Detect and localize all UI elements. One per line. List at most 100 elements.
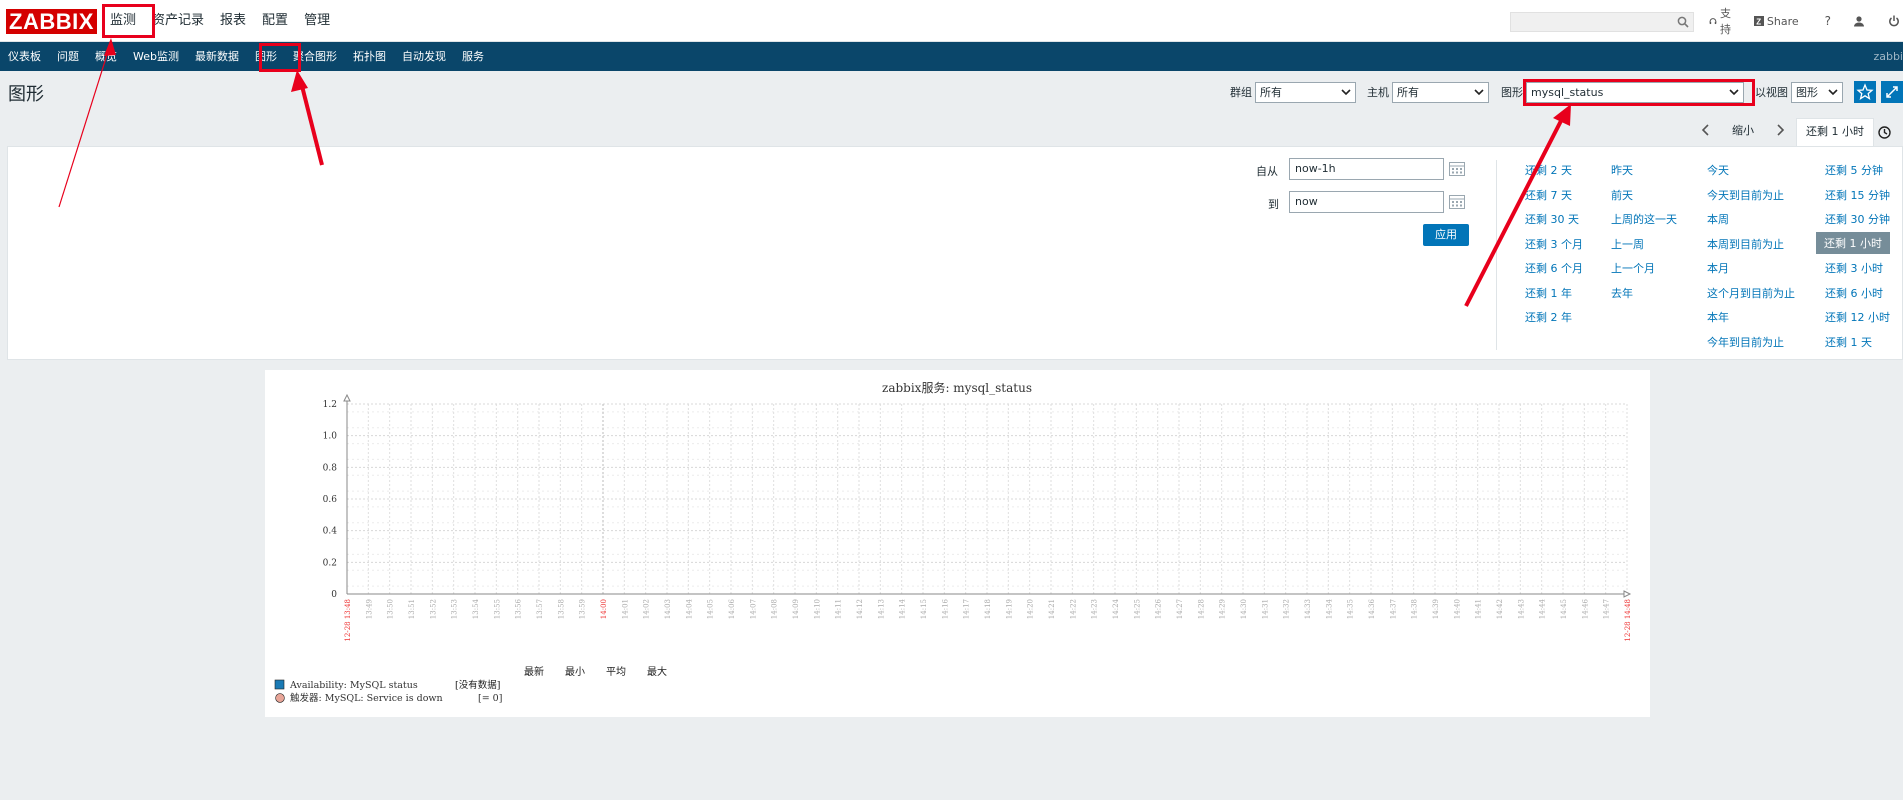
share-label: Share bbox=[1766, 14, 1799, 28]
fullscreen-button[interactable] bbox=[1881, 81, 1903, 103]
quick-range-previous-item[interactable]: 上一个月 bbox=[1611, 260, 1655, 276]
x-tick-label: 14:09 bbox=[792, 599, 800, 619]
quick-range-current-item[interactable]: 本周 bbox=[1707, 211, 1729, 227]
x-tick-label: 13:56 bbox=[515, 598, 523, 619]
x-tick-label: 14:02 bbox=[643, 599, 651, 619]
calendar-icon[interactable] bbox=[1449, 194, 1465, 209]
x-tick-label: 14:23 bbox=[1091, 599, 1099, 619]
quick-range-previous-item[interactable]: 前天 bbox=[1611, 187, 1633, 203]
x-tick-label: 14:07 bbox=[749, 599, 757, 619]
graph-title: zabbix服务: mysql_status bbox=[882, 380, 1032, 395]
favorite-button[interactable] bbox=[1854, 81, 1876, 103]
x-range-start-label: 12-28 13:48 bbox=[344, 599, 352, 642]
search-icon[interactable] bbox=[1677, 16, 1689, 28]
quick-range-current-item[interactable]: 这个月到目前为止 bbox=[1707, 285, 1795, 301]
quick-range-current-item[interactable]: 本周到目前为止 bbox=[1707, 236, 1784, 252]
from-input[interactable]: now-1h bbox=[1289, 158, 1444, 180]
menu-reports[interactable]: 报表 bbox=[212, 0, 254, 42]
quick-range-recent-item[interactable]: 还剩 5 分钟 bbox=[1825, 162, 1883, 178]
page-title: 图形 bbox=[8, 84, 44, 105]
view-select[interactable]: 图形 bbox=[1791, 81, 1843, 103]
chevron-left-icon[interactable] bbox=[1700, 124, 1712, 136]
user-icon bbox=[1854, 16, 1864, 27]
quick-range-recent-item[interactable]: 还剩 15 分钟 bbox=[1825, 187, 1890, 203]
quick-range-relative-item[interactable]: 还剩 6 个月 bbox=[1525, 260, 1583, 276]
signout-link[interactable] bbox=[1888, 15, 1903, 27]
calendar-icon[interactable] bbox=[1449, 161, 1465, 176]
legend-header-avg: 平均 bbox=[606, 666, 626, 678]
quick-range-current-item[interactable]: 今天到目前为止 bbox=[1707, 187, 1784, 203]
search-input[interactable] bbox=[1510, 12, 1694, 32]
x-tick-label: 14:40 bbox=[1453, 599, 1461, 619]
subnav-problems[interactable]: 问题 bbox=[49, 42, 87, 71]
zabbix-logo[interactable]: ZABBIX bbox=[6, 9, 97, 34]
apply-button[interactable]: 应用 bbox=[1423, 224, 1469, 246]
subnav-discovery[interactable]: 自动发现 bbox=[394, 42, 454, 71]
x-tick-label: 13:58 bbox=[557, 599, 565, 619]
mysql-status-graph: zabbix服务: mysql_status 1.2 1.0 0.8 0.6 0.4 0.… bbox=[274, 380, 1632, 704]
headset-icon bbox=[1709, 17, 1717, 24]
quick-range-relative-item[interactable]: 还剩 30 天 bbox=[1525, 211, 1579, 227]
x-tick-label: 14:18 bbox=[984, 599, 992, 619]
quick-range-previous-item[interactable]: 去年 bbox=[1611, 285, 1633, 301]
y-axis-arrow bbox=[343, 393, 351, 402]
help-link[interactable]: ? bbox=[1825, 14, 1831, 28]
chevron-right-icon[interactable] bbox=[1774, 124, 1786, 136]
x-tick-label: 14:01 bbox=[621, 599, 629, 619]
quick-range-recent-item[interactable]: 还剩 12 小时 bbox=[1825, 309, 1890, 325]
subnav-web[interactable]: Web监测 bbox=[125, 42, 187, 71]
clock-icon[interactable] bbox=[1878, 125, 1891, 139]
x-tick-label: 14:47 bbox=[1603, 599, 1611, 619]
quick-range-relative-item[interactable]: 还剩 1 年 bbox=[1525, 285, 1572, 301]
chevron-down-icon bbox=[1341, 88, 1351, 95]
x-tick-label: 14:45 bbox=[1560, 599, 1568, 619]
quick-range-relative-item[interactable]: 还剩 3 个月 bbox=[1525, 236, 1583, 252]
quick-range-recent-item[interactable]: 还剩 1 小时 bbox=[1816, 231, 1890, 254]
annotation-arrow-head bbox=[1553, 104, 1571, 126]
to-input[interactable]: now bbox=[1289, 191, 1444, 213]
group-label: 群组 bbox=[1230, 86, 1252, 99]
x-range-end-label: 12-28 14:48 bbox=[1624, 599, 1632, 642]
host-select[interactable]: 所有 bbox=[1392, 81, 1489, 103]
quick-range-current-item[interactable]: 今年到目前为止 bbox=[1707, 334, 1784, 350]
trigger-value: [= 0] bbox=[478, 693, 502, 704]
tab-time-range[interactable]: 还剩 1 小时 bbox=[1796, 118, 1874, 146]
quick-range-previous-item[interactable]: 昨天 bbox=[1611, 162, 1633, 178]
view-value: 图形 bbox=[1796, 85, 1818, 99]
x-tick-label: 13:54 bbox=[472, 598, 480, 619]
quick-range-previous-item[interactable]: 上周的这一天 bbox=[1611, 211, 1677, 227]
quick-range-recent-item[interactable]: 还剩 30 分钟 bbox=[1825, 211, 1890, 227]
x-tick-label: 14:15 bbox=[920, 599, 928, 619]
to-label: 到 bbox=[1268, 198, 1279, 211]
x-tick-label: 14:14 bbox=[899, 598, 907, 619]
share-link[interactable]: Z Share bbox=[1753, 14, 1799, 28]
quick-range-previous-item[interactable]: 上一周 bbox=[1611, 236, 1644, 252]
x-tick-label: 13:53 bbox=[451, 599, 459, 619]
subnav-dashboard[interactable]: 仪表板 bbox=[0, 42, 49, 71]
subnav-maps[interactable]: 拓扑图 bbox=[345, 42, 394, 71]
quick-range-current-item[interactable]: 今天 bbox=[1707, 162, 1729, 178]
chevron-down-icon bbox=[1828, 88, 1838, 95]
quick-range-relative-item[interactable]: 还剩 2 年 bbox=[1525, 309, 1572, 325]
x-tick-label: 14:32 bbox=[1283, 599, 1291, 619]
quick-range-relative-item[interactable]: 还剩 7 天 bbox=[1525, 187, 1572, 203]
quick-range-recent-item[interactable]: 还剩 1 天 bbox=[1825, 334, 1872, 350]
user-profile-link[interactable] bbox=[1853, 15, 1868, 27]
quick-range-recent-item[interactable]: 还剩 3 小时 bbox=[1825, 260, 1883, 276]
zoom-out-button[interactable]: 缩小 bbox=[1732, 122, 1754, 138]
top-links: 支持 Z Share ? bbox=[1709, 0, 1903, 42]
subnav-overview[interactable]: 概览 bbox=[87, 42, 125, 71]
subnav-latest-data[interactable]: 最新数据 bbox=[187, 42, 247, 71]
power-icon bbox=[1889, 15, 1899, 27]
quick-range-current-item[interactable]: 本月 bbox=[1707, 260, 1729, 276]
menu-configuration[interactable]: 配置 bbox=[254, 0, 296, 42]
menu-administration[interactable]: 管理 bbox=[296, 0, 338, 42]
quick-range-current-item[interactable]: 本年 bbox=[1707, 309, 1729, 325]
x-tick-label: 14:43 bbox=[1517, 599, 1525, 619]
x-tick-label: 13:55 bbox=[493, 599, 501, 619]
group-select[interactable]: 所有 bbox=[1255, 81, 1356, 103]
quick-range-relative-item[interactable]: 还剩 2 天 bbox=[1525, 162, 1572, 178]
subnav-services[interactable]: 服务 bbox=[454, 42, 492, 71]
quick-range-recent-item[interactable]: 还剩 6 小时 bbox=[1825, 285, 1883, 301]
support-link[interactable]: 支持 bbox=[1709, 5, 1736, 37]
